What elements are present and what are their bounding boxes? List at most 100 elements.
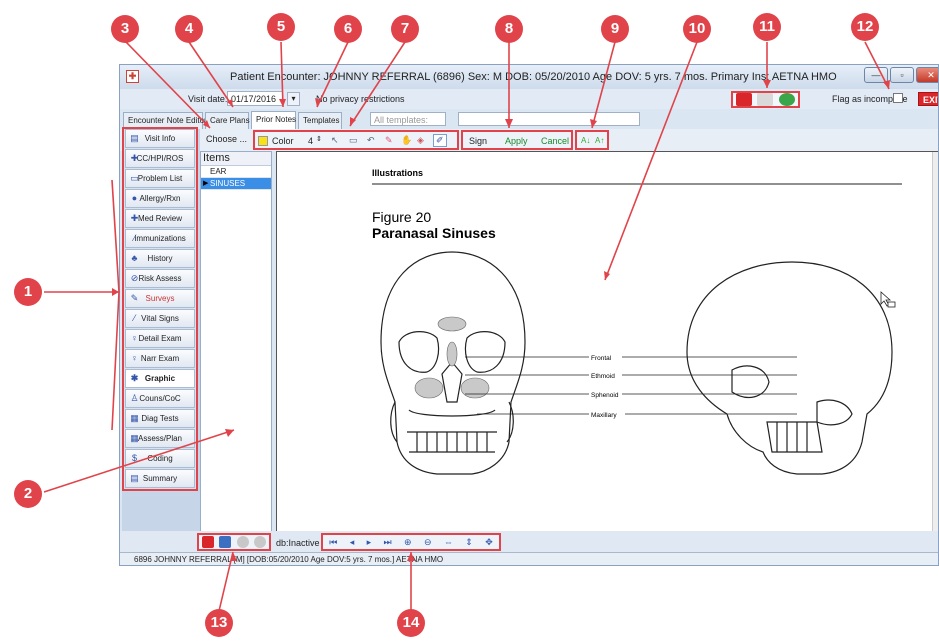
vertical-scrollbar[interactable] bbox=[932, 152, 938, 542]
med-review-icon: ✚ bbox=[130, 213, 139, 223]
grow-icon[interactable]: A↑ bbox=[595, 136, 604, 145]
list-item-label: EAR bbox=[210, 167, 227, 176]
next-page-icon[interactable]: ▸ bbox=[367, 537, 372, 548]
unsigned-note-icon[interactable] bbox=[201, 536, 214, 548]
choose-button[interactable]: Choose ... bbox=[206, 134, 247, 144]
sidebar-item-cc-hpi-ros[interactable]: ✚ CC/HPI/ROS bbox=[125, 149, 195, 168]
pen-size-value[interactable]: 4 bbox=[308, 136, 313, 146]
exit-button[interactable]: EXIT bbox=[918, 92, 938, 106]
tab-bar: Encounter Note Editor Care Plans Prior N… bbox=[120, 109, 938, 129]
callout-9: 9 bbox=[601, 15, 629, 43]
minimize-button[interactable]: — bbox=[864, 67, 888, 83]
maximize-button[interactable]: ▫ bbox=[890, 67, 914, 83]
pen-icon[interactable]: ✐ bbox=[433, 134, 447, 147]
tab-prior-notes[interactable]: Prior Notes bbox=[251, 111, 296, 129]
pencil-icon[interactable] bbox=[757, 93, 774, 106]
coding-icon: $ bbox=[131, 453, 137, 463]
patient-encounter-window: ✚ Patient Encounter: JOHNNY REFERRAL (68… bbox=[119, 64, 939, 566]
visit-date-dropdown-icon[interactable]: ▾ bbox=[287, 92, 300, 106]
sidebar-item-label: Allergy/Rxn bbox=[139, 194, 181, 203]
zoom-in-icon[interactable]: ⊕ bbox=[404, 537, 412, 548]
color-swatch[interactable] bbox=[258, 136, 268, 146]
sidebar-item-coding[interactable]: $ Coding bbox=[125, 449, 195, 468]
apply-button[interactable]: Apply bbox=[505, 136, 528, 146]
items-header: Items bbox=[201, 152, 271, 166]
row-pointer-icon: ▶ bbox=[203, 180, 209, 187]
sidebar-item-label: Diag Tests bbox=[141, 414, 179, 423]
select-rect-icon[interactable]: ▭ bbox=[349, 135, 358, 146]
zoom-out-icon[interactable]: ⊖ bbox=[424, 537, 432, 548]
fit-page-icon[interactable]: ✥ bbox=[485, 537, 493, 548]
sidebar-item-summary[interactable]: ▤ Summary bbox=[125, 469, 195, 488]
undo-icon[interactable]: ↶ bbox=[367, 135, 375, 146]
first-page-icon[interactable]: ⏮ bbox=[329, 537, 337, 548]
sidebar-item-label: Coding bbox=[147, 454, 173, 463]
flag-incomplete-checkbox[interactable] bbox=[893, 93, 903, 103]
sidebar-item-label: Vital Signs bbox=[141, 314, 179, 323]
template-name-select[interactable] bbox=[458, 112, 640, 126]
visit-date-input[interactable]: 01/17/2016 bbox=[227, 91, 283, 106]
close-button[interactable]: ✕ bbox=[916, 67, 938, 83]
sidebar-item-risk-assess[interactable]: ⊘ Risk Assess bbox=[125, 269, 195, 288]
sidebar-item-surveys[interactable]: ✎ Surveys bbox=[125, 289, 195, 308]
color-dropdown[interactable]: Color bbox=[272, 136, 294, 146]
sidebar-item-detail-exam[interactable]: ♀ Detail Exam bbox=[125, 329, 195, 348]
last-page-icon[interactable]: ⏭ bbox=[384, 537, 392, 548]
list-item[interactable]: ▶ SINUSES bbox=[201, 178, 271, 190]
sidebar-item-couns-coc[interactable]: ♙ Couns/CoC bbox=[125, 389, 195, 408]
unsigned-icon[interactable] bbox=[735, 93, 752, 106]
pointer-icon[interactable]: ↖ bbox=[331, 135, 339, 146]
list-item[interactable]: EAR bbox=[201, 166, 271, 178]
callout-14: 14 bbox=[397, 609, 425, 637]
sidebar-item-graphic[interactable]: ✱ Graphic bbox=[125, 369, 195, 388]
fit-height-icon[interactable]: ⇕ bbox=[465, 537, 473, 548]
reject-icon[interactable] bbox=[254, 536, 267, 548]
shrink-icon[interactable]: A↓ bbox=[581, 136, 590, 145]
sidebar-item-label: CC/HPI/ROS bbox=[136, 154, 184, 163]
signed-check-icon[interactable] bbox=[779, 93, 796, 106]
label-ethmoid: Ethmoid bbox=[591, 373, 615, 380]
fit-width-icon[interactable]: ⇔ bbox=[444, 537, 453, 547]
sign-apply-group: Sign Apply Cancel bbox=[461, 130, 573, 150]
vital-signs-icon: ⁄ bbox=[133, 313, 136, 323]
sidebar-item-diag-tests[interactable]: ▦ Diag Tests bbox=[125, 409, 195, 428]
sidebar-item-med-review[interactable]: ✚ Med Review bbox=[125, 209, 195, 228]
pen-size-stepper[interactable]: ⇕ bbox=[316, 135, 322, 143]
sidebar-item-immunizations[interactable]: ⁄ Immunizations bbox=[125, 229, 195, 248]
sidebar-item-allergy-rxn[interactable]: ● Allergy/Rxn bbox=[125, 189, 195, 208]
eraser-icon[interactable]: ◈ bbox=[417, 135, 424, 146]
sidebar-item-problem-list[interactable]: ▭ Problem List bbox=[125, 169, 195, 188]
sidebar-item-vital-signs[interactable]: ⁄ Vital Signs bbox=[125, 309, 195, 328]
sidebar-item-label: Surveys bbox=[145, 294, 175, 303]
sign-button[interactable]: Sign bbox=[469, 136, 487, 146]
note-icon[interactable]: ✎ bbox=[385, 135, 393, 146]
sidebar-item-label: Immunizations bbox=[134, 234, 186, 243]
callout-6: 6 bbox=[334, 15, 362, 43]
edit-note-icon[interactable] bbox=[219, 536, 232, 548]
callout-5: 5 bbox=[267, 13, 295, 41]
prev-page-icon[interactable]: ◂ bbox=[350, 537, 355, 548]
sidebar-item-label: Assess/Plan bbox=[137, 434, 183, 443]
image-viewer[interactable]: Illustrations Figure 20 Paranasal Sinuse… bbox=[276, 151, 938, 543]
label-maxillary: Maxillary bbox=[591, 412, 617, 419]
visit-row: Visit date: 01/17/2016 ▾ No privacy rest… bbox=[120, 89, 938, 109]
list-item-label: SINUSES bbox=[210, 179, 246, 188]
sidebar-item-narr-exam[interactable]: ♀ Narr Exam bbox=[125, 349, 195, 368]
window-controls: — ▫ ✕ bbox=[864, 67, 938, 83]
approve-icon[interactable] bbox=[236, 536, 249, 548]
sidebar-item-history[interactable]: ♣ History bbox=[125, 249, 195, 268]
templates-select[interactable]: All templates: bbox=[370, 112, 446, 126]
pen-tools-group: Color 4 ⇕ ↖ ▭ ↶ ✎ ✋ ◈ ✐ bbox=[253, 130, 459, 150]
cc-hpi-icon: ✚ bbox=[130, 153, 139, 163]
figure-number: Figure 20 bbox=[372, 209, 431, 225]
assess-plan-icon: ▦ bbox=[130, 433, 139, 443]
figure-heading: Paranasal Sinuses bbox=[372, 225, 496, 241]
tab-templates[interactable]: Templates bbox=[298, 112, 342, 129]
drawing-toolbar: Choose ... Color 4 ⇕ ↖ ▭ ↶ ✎ ✋ ◈ ✐ Sign … bbox=[120, 129, 938, 151]
tab-care-plans[interactable]: Care Plans bbox=[205, 112, 250, 129]
sidebar-item-assess-plan[interactable]: ▦ Assess/Plan bbox=[125, 429, 195, 448]
stamp-icon[interactable]: ✋ bbox=[401, 135, 412, 146]
callout-3: 3 bbox=[111, 15, 139, 43]
sidebar-item-visit-info[interactable]: ▤ Visit Info bbox=[125, 129, 195, 148]
cancel-button[interactable]: Cancel bbox=[541, 136, 569, 146]
